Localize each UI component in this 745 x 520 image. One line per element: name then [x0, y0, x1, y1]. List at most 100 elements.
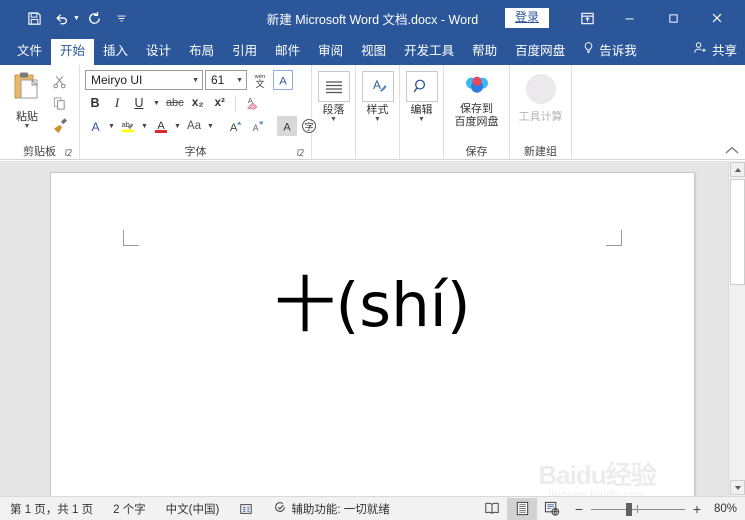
clipboard-dialog-launcher-icon[interactable] [64, 148, 75, 159]
web-layout-view-button[interactable] [537, 498, 567, 520]
character-border-icon[interactable]: A [273, 70, 293, 90]
tab-baidu-netdisk[interactable]: 百度网盘 [506, 39, 574, 65]
character-shading-button[interactable]: A [277, 116, 297, 136]
save-to-baidu-label-line2: 百度网盘 [454, 116, 499, 128]
underline-caret-icon[interactable]: ▼ [151, 93, 162, 113]
change-case-button[interactable]: Aa [184, 116, 204, 136]
paragraph-group-label [312, 144, 355, 160]
editing-button[interactable]: 编辑 ▼ [405, 69, 438, 123]
italic-button[interactable]: I [107, 93, 127, 113]
paragraph-caret-icon[interactable]: ▼ [330, 116, 337, 123]
grow-font-button[interactable]: A [225, 116, 245, 136]
ribbon-group-styles: A 样式 ▼ [356, 65, 400, 160]
ribbon-group-editing: 编辑 ▼ [400, 65, 444, 160]
ribbon-display-options-icon[interactable] [567, 3, 607, 33]
svg-text:A: A [283, 121, 291, 133]
language-indicator[interactable]: 中文(中国) [156, 501, 230, 517]
paragraph-button[interactable]: 段落 ▼ [317, 69, 350, 123]
svg-text:A: A [373, 78, 381, 92]
scroll-down-arrow-icon[interactable] [730, 480, 745, 495]
undo-dropdown-caret-icon[interactable]: ▼ [73, 15, 80, 22]
bold-button[interactable]: B [85, 93, 105, 113]
share-button[interactable]: 共享 [685, 35, 745, 65]
close-icon[interactable] [695, 3, 739, 33]
tab-file[interactable]: 文件 [8, 39, 51, 65]
word-count[interactable]: 2 个字 [103, 501, 156, 517]
zoom-level-value[interactable]: 80% [711, 503, 745, 515]
font-size-caret-icon[interactable]: ▼ [236, 77, 243, 84]
subscript-button[interactable]: x₂ [188, 93, 208, 113]
proofing-errors-icon[interactable] [229, 502, 263, 516]
tab-design[interactable]: 设计 [137, 39, 180, 65]
font-name-caret-icon[interactable]: ▼ [192, 77, 199, 84]
minimize-icon[interactable] [607, 3, 651, 33]
customize-quick-access-icon[interactable] [110, 6, 134, 30]
text-highlight-caret-icon[interactable]: ▼ [140, 116, 149, 136]
baidu-netdisk-icon [462, 73, 492, 100]
superscript-button[interactable]: x² [210, 93, 230, 113]
paste-dropdown-caret-icon[interactable]: ▼ [24, 123, 31, 130]
tab-insert[interactable]: 插入 [94, 39, 137, 65]
sign-in-button[interactable]: 登录 [504, 8, 549, 28]
zoom-out-button[interactable]: − [573, 501, 585, 517]
save-icon[interactable] [22, 6, 46, 30]
save-to-baidu-label-line1: 保存到 [460, 103, 493, 115]
text-highlight-button[interactable]: ab [118, 116, 138, 136]
tab-home[interactable]: 开始 [51, 39, 95, 65]
tab-references[interactable]: 引用 [223, 39, 266, 65]
editing-caret-icon[interactable]: ▼ [418, 116, 425, 123]
font-color-caret-icon[interactable]: ▼ [173, 116, 182, 136]
maximize-icon[interactable] [651, 3, 695, 33]
tab-developer[interactable]: 开发工具 [395, 39, 463, 65]
accessibility-status[interactable]: 辅助功能: 一切就绪 [263, 500, 399, 517]
svg-text:文: 文 [255, 78, 264, 89]
text-effects-caret-icon[interactable]: ▼ [107, 116, 116, 136]
font-row-2: B I U ▼ abc x₂ x² A [85, 93, 306, 113]
paste-button[interactable]: 粘贴 ▼ [5, 69, 49, 130]
editing-group-body: 编辑 ▼ [400, 65, 443, 144]
text-effects-button[interactable]: A [85, 116, 105, 136]
shrink-font-button[interactable]: A [247, 116, 267, 136]
tab-layout[interactable]: 布局 [180, 39, 223, 65]
styles-caret-icon[interactable]: ▼ [374, 116, 381, 123]
change-case-caret-icon[interactable]: ▼ [206, 116, 215, 136]
underline-button[interactable]: U [129, 93, 149, 113]
styles-label: 样式 [366, 104, 389, 116]
print-layout-view-button[interactable] [507, 497, 537, 520]
copy-icon[interactable] [49, 94, 70, 112]
zoom-slider[interactable] [591, 502, 685, 516]
tab-view[interactable]: 视图 [352, 39, 395, 65]
font-row2-separator [234, 94, 236, 112]
tab-review[interactable]: 审阅 [309, 39, 352, 65]
zoom-in-button[interactable]: + [691, 501, 703, 517]
vertical-scrollbar[interactable] [728, 161, 745, 496]
document-page[interactable]: 十(shí) Baidu经验 jingyan.baidu.com [50, 172, 695, 496]
font-dialog-launcher-icon[interactable] [296, 148, 307, 159]
font-color-button[interactable]: A [151, 116, 171, 136]
font-name-input[interactable]: Meiryo UI ▼ [85, 70, 203, 90]
phonetic-guide-icon[interactable]: wén 文 [249, 70, 271, 90]
scrollbar-thumb[interactable] [730, 179, 745, 285]
clear-formatting-icon[interactable]: A [241, 93, 262, 113]
page-info[interactable]: 第 1 页，共 1 页 [0, 501, 103, 517]
scroll-up-arrow-icon[interactable] [730, 162, 745, 177]
tab-help[interactable]: 帮助 [463, 39, 506, 65]
svg-text:A: A [91, 120, 100, 134]
redo-icon[interactable] [83, 6, 107, 30]
zoom-slider-thumb[interactable] [626, 502, 632, 516]
collapse-ribbon-icon[interactable] [724, 143, 740, 157]
styles-button[interactable]: A 样式 ▼ [361, 69, 394, 123]
ribbon-group-font: Meiryo UI ▼ 61 ▼ wén 文 A B I U ▼ abc x₂ … [80, 65, 316, 160]
paste-icon [11, 70, 43, 107]
format-painter-icon[interactable] [49, 116, 70, 134]
save-to-baidu-netdisk-button[interactable]: 保存到 百度网盘 [449, 69, 504, 129]
zoom-slider-midpoint [637, 504, 638, 513]
font-size-input[interactable]: 61 ▼ [205, 70, 247, 90]
read-mode-view-button[interactable] [477, 498, 507, 520]
strikethrough-button[interactable]: abc [164, 93, 186, 113]
tab-mailings[interactable]: 邮件 [266, 39, 309, 65]
tell-me-box[interactable]: 告诉我 [574, 35, 645, 65]
document-text[interactable]: 十(shí) [51, 275, 694, 336]
undo-icon[interactable] [49, 6, 73, 30]
cut-icon[interactable] [49, 72, 70, 90]
